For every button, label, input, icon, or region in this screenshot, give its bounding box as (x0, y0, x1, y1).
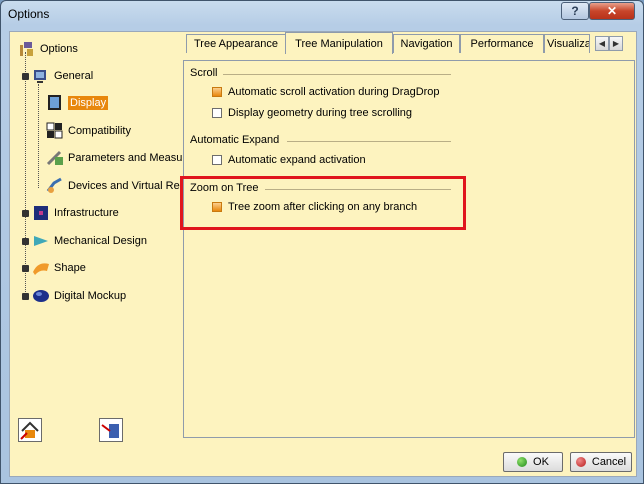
tree-item-label: Compatibility (68, 125, 131, 137)
tree-item-label: Infrastructure (54, 207, 119, 219)
close-button[interactable]: ✕ (589, 2, 635, 20)
tree-item-label: Digital Mockup (54, 290, 127, 302)
tree-item-compatibility[interactable]: Compatibility (46, 120, 131, 142)
tree-item-label: Devices and Virtual Real (68, 180, 189, 192)
tree-item-shape[interactable]: Shape (22, 257, 86, 279)
close-icon: ✕ (606, 4, 618, 18)
expand-icon[interactable] (22, 238, 29, 245)
display-geometry-option[interactable]: Display geometry during tree scrolling (212, 107, 412, 119)
expand-icon[interactable] (22, 210, 29, 217)
options-tree: Options General Display Compatibility Pa… (10, 32, 192, 412)
tab-tree-manipulation[interactable]: Tree Manipulation (285, 32, 393, 54)
tab-navigation[interactable]: Navigation (393, 34, 460, 53)
tree-item-digital-mockup[interactable]: Digital Mockup (22, 285, 126, 307)
tree-item-label: Mechanical Design (54, 235, 147, 247)
general-icon (32, 67, 50, 85)
tab-scroll-left[interactable]: ◀ (595, 36, 609, 51)
cancel-icon (575, 457, 586, 467)
chevron-right-icon: ▶ (612, 39, 620, 48)
highlight-box (180, 176, 466, 230)
auto-scroll-checkbox[interactable] (212, 87, 222, 97)
help-icon: ? (571, 4, 579, 18)
tree-root[interactable]: Options (18, 38, 78, 60)
ok-button[interactable]: OK (503, 452, 563, 472)
dialog-client: Options General Display Compatibility Pa… (9, 31, 637, 477)
scroll-section-title: Scroll (190, 67, 218, 79)
tree-item-parameters[interactable]: Parameters and Measure (46, 147, 192, 169)
tree-item-infrastructure[interactable]: Infrastructure (22, 202, 119, 224)
tab-performance[interactable]: Performance (460, 34, 544, 53)
compatibility-icon (46, 122, 64, 140)
help-button[interactable]: ? (561, 2, 589, 20)
display-geometry-checkbox[interactable] (212, 108, 222, 118)
tab-tree-appearance[interactable]: Tree Appearance (186, 34, 286, 53)
display-icon (46, 94, 64, 112)
divider (287, 141, 451, 142)
tree-item-label: Display (68, 96, 109, 110)
tree-item-label: Parameters and Measure (68, 152, 193, 164)
auto-expand-checkbox[interactable] (212, 155, 222, 165)
house-icon (20, 421, 39, 440)
expand-section-title: Automatic Expand (190, 134, 280, 146)
expand-icon[interactable] (22, 293, 29, 300)
options-icon (18, 40, 36, 58)
tree-item-devices[interactable]: Devices and Virtual Real (46, 175, 188, 197)
mechanical-design-icon (32, 232, 50, 250)
tree-item-mechanical-design[interactable]: Mechanical Design (22, 230, 147, 252)
divider (223, 74, 451, 75)
export-icon (101, 424, 119, 438)
options-window: Options ? ✕ Options General Display Comp… (0, 0, 644, 484)
tab-visualization[interactable]: Visualizat (544, 34, 590, 53)
tab-scroll-right[interactable]: ▶ (609, 36, 623, 51)
auto-expand-option[interactable]: Automatic expand activation (212, 154, 366, 166)
shape-icon (32, 259, 50, 277)
auto-scroll-option[interactable]: Automatic scroll activation during DragD… (212, 86, 440, 98)
collapse-icon[interactable] (22, 73, 29, 80)
parameters-icon (46, 149, 64, 167)
digital-mockup-icon (32, 287, 50, 305)
tree-item-general[interactable]: General (22, 65, 93, 87)
reset-options-button[interactable] (18, 418, 42, 442)
window-title: Options (8, 7, 50, 21)
devices-icon (46, 177, 64, 195)
tree-root-label: Options (40, 43, 78, 55)
cancel-button[interactable]: Cancel (570, 452, 632, 472)
infrastructure-icon (32, 204, 50, 222)
chevron-left-icon: ◀ (598, 39, 606, 48)
tree-item-display[interactable]: Display (46, 92, 109, 114)
expand-icon[interactable] (22, 265, 29, 272)
title-bar[interactable]: Options ? ✕ (1, 1, 643, 27)
ok-icon (517, 457, 528, 467)
tree-item-label: General (54, 70, 94, 82)
export-options-button[interactable] (99, 418, 123, 442)
tree-item-label: Shape (54, 262, 86, 274)
